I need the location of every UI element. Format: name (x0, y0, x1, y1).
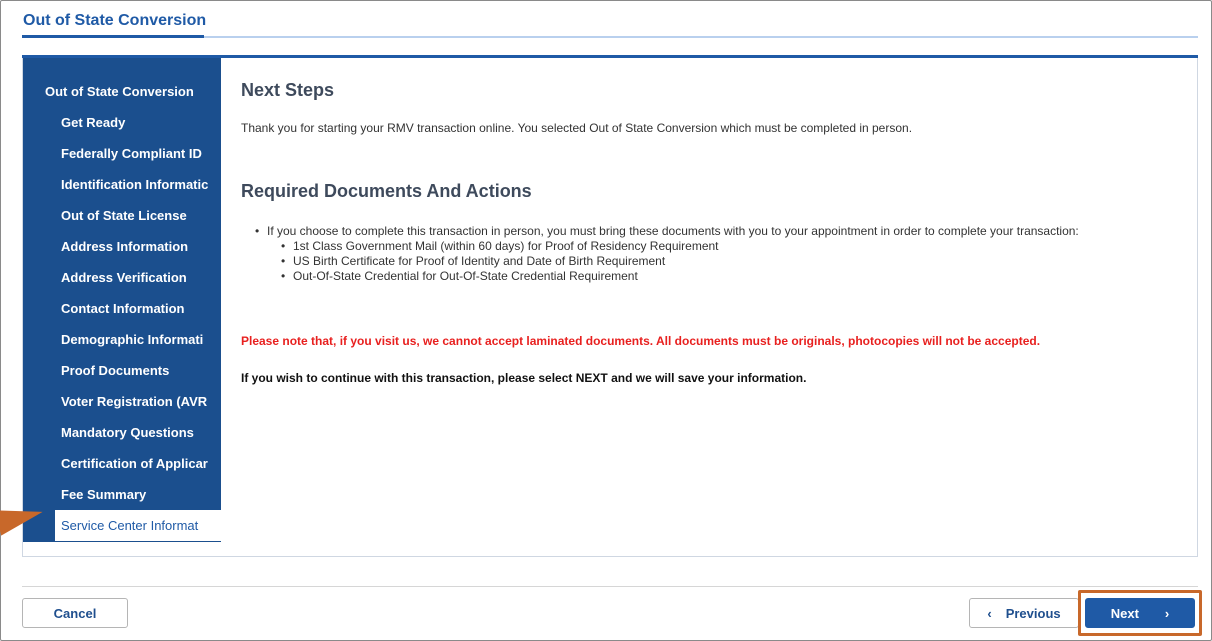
sidebar-item-address-information[interactable]: Address Information (23, 231, 221, 262)
previous-button[interactable]: ‹ Previous (969, 598, 1079, 628)
next-button[interactable]: Next › (1085, 598, 1195, 628)
sidebar-item-contact-information[interactable]: Contact Information (23, 293, 221, 324)
continue-note: If you wish to continue with this transa… (241, 371, 807, 385)
document-item: 1st Class Government Mail (within 60 day… (281, 239, 1177, 254)
sidebar-heading: Out of State Conversion (45, 84, 194, 99)
chevron-right-icon: › (1164, 605, 1170, 621)
intro-text: Thank you for starting your RMV transact… (241, 121, 913, 135)
list-item: If you choose to complete this transacti… (255, 224, 1177, 284)
documents-sublist: 1st Class Government Mail (within 60 day… (281, 239, 1177, 284)
sidebar-item-demographic-information[interactable]: Demographic Informati (23, 324, 221, 355)
sidebar-item-federally-compliant-id[interactable]: Federally Compliant ID (23, 138, 221, 169)
footer-divider (22, 586, 1198, 587)
laminated-warning: Please note that, if you visit us, we ca… (241, 334, 1041, 348)
required-documents-heading: Required Documents And Actions (241, 181, 532, 201)
sidebar-item-get-ready[interactable]: Get Ready (23, 107, 221, 138)
previous-label: Previous (1005, 605, 1061, 621)
next-steps-content: Next Steps Thank you for starting your R… (241, 80, 1177, 385)
next-label: Next (1110, 605, 1139, 621)
page-title: Out of State Conversion (23, 12, 207, 29)
sidebar-item-mandatory-questions[interactable]: Mandatory Questions (23, 417, 221, 448)
next-steps-heading: Next Steps (241, 80, 335, 100)
sidebar-item-address-verification[interactable]: Address Verification (23, 262, 221, 293)
cancel-button[interactable]: Cancel (22, 598, 128, 628)
sidebar-nav: Out of State Conversion Get Ready Federa… (23, 58, 221, 542)
chevron-left-icon: ‹ (987, 605, 992, 621)
sidebar-item-certification-of-applicant[interactable]: Certification of Applicar (23, 448, 221, 479)
sidebar-list: Get Ready Federally Compliant ID Identif… (23, 107, 221, 541)
sidebar-item-proof-documents[interactable]: Proof Documents (23, 355, 221, 386)
sidebar-item-identification-information[interactable]: Identification Informatic (23, 169, 221, 200)
required-documents-list: If you choose to complete this transacti… (255, 224, 1177, 284)
sidebar-item-fee-summary[interactable]: Fee Summary (23, 479, 221, 510)
sidebar-item-service-center-information[interactable]: Service Center Informat (55, 510, 221, 541)
title-underline (22, 35, 204, 38)
main-panel: Out of State Conversion Get Ready Federa… (22, 58, 1198, 557)
sidebar-item-out-of-state-license[interactable]: Out of State License (23, 200, 221, 231)
sidebar-item-voter-registration[interactable]: Voter Registration (AVR (23, 386, 221, 417)
bring-documents-text: If you choose to complete this transacti… (267, 224, 1079, 238)
document-item: Out-Of-State Credential for Out-Of-State… (281, 269, 1177, 284)
document-item: US Birth Certificate for Proof of Identi… (281, 254, 1177, 269)
